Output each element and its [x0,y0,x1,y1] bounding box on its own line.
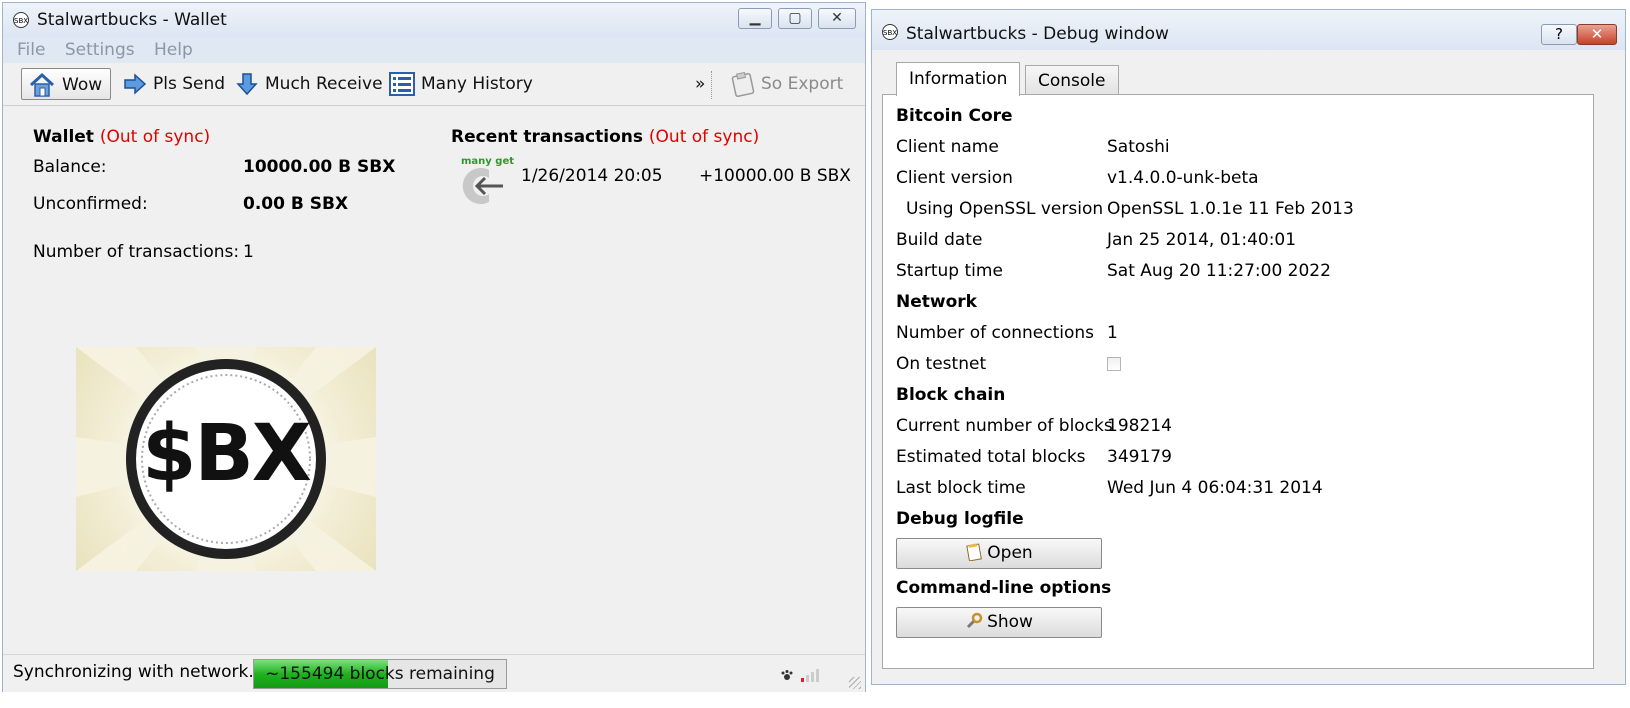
client-name-value: Satoshi [1107,137,1170,157]
menu-file[interactable]: File [17,37,45,63]
unconfirmed-label: Unconfirmed: [33,194,148,214]
export-label: So Export [761,74,844,94]
section-block-chain: Block chain [896,385,1006,405]
testnet-label: On testnet [896,354,987,374]
num-transactions-value: 1 [243,242,254,262]
section-bitcoin-core: Bitcoin Core [896,106,1013,126]
debug-window: SBX Stalwartbucks - Debug window ? ✕ Inf… [871,9,1626,685]
wallet-heading: Wallet (Out of sync) [33,127,210,147]
openssl-label: Using OpenSSL version [906,199,1104,219]
debug-client-area: Information Console Bitcoin Core Client … [872,50,1625,684]
debug-title: Stalwartbucks - Debug window [906,24,1169,44]
help-button[interactable]: ? [1541,24,1577,45]
total-blocks-value: 349179 [1107,447,1172,467]
num-transactions-label: Number of transactions: [33,242,240,262]
tab-information[interactable]: Information [896,62,1021,96]
recent-transactions-heading: Recent transactions (Out of sync) [451,127,759,147]
last-block-time-label: Last block time [896,478,1026,498]
send-button[interactable]: Pls Send [123,68,225,100]
section-network: Network [896,292,977,312]
current-blocks-value: 198214 [1107,416,1172,436]
connections-label: Number of connections [896,323,1095,343]
show-options-button[interactable]: Show [896,607,1102,638]
wallet-title: Stalwartbucks - Wallet [37,10,227,30]
history-button[interactable]: Many History [389,68,533,100]
menu-help[interactable]: Help [154,37,193,63]
recent-out-of-sync: (Out of sync) [648,127,760,147]
tab-console[interactable]: Console [1025,65,1119,95]
notepad-icon [966,543,983,562]
network-activity-icon [781,667,793,680]
testnet-checkbox [1107,357,1121,371]
receive-label: Much Receive [265,74,383,94]
status-bar: Synchronizing with network... ~155494 bl… [3,654,865,692]
history-list-icon [389,72,415,96]
wallet-out-of-sync: (Out of sync) [99,127,211,147]
transaction-amount: +10000.00 B SBX [699,166,851,186]
transaction-date: 1/26/2014 20:05 [521,166,663,186]
receive-arrow-icon [236,73,258,96]
debug-titlebar[interactable]: SBX Stalwartbucks - Debug window ? ✕ [872,10,1625,50]
connections-value: 1 [1107,323,1118,343]
overview-button[interactable]: Wow [21,68,112,100]
balance-value: 10000.00 B SBX [243,157,396,177]
overview-label: Wow [62,75,103,95]
wallet-titlebar[interactable]: SBX Stalwartbucks - Wallet ▁ ▢ ✕ [3,3,865,37]
show-label: Show [987,612,1033,632]
total-blocks-label: Estimated total blocks [896,447,1086,467]
send-arrow-icon [124,73,147,95]
sbx-logo-text: $BX [142,409,312,499]
unconfirmed-value: 0.00 B SBX [243,194,349,214]
debug-app-icon: SBX [882,24,898,40]
balance-label: Balance: [33,157,107,177]
wallet-heading-text: Wallet [33,127,94,147]
section-debug-logfile: Debug logfile [896,509,1024,529]
receive-button[interactable]: Much Receive [235,68,383,100]
minimize-button[interactable]: ▁ [738,8,772,29]
open-label: Open [987,543,1033,563]
toolbar: Wow Pls Send Much Receive Many History » [3,63,865,106]
debug-close-button[interactable]: ✕ [1577,24,1617,45]
sbx-logo: $BX [76,347,376,571]
sync-progress-text: ~155494 blocks remaining [265,664,495,684]
transaction-list-item[interactable]: many get 1/26/2014 20:05 +10000.00 B SBX [451,156,851,212]
app-icon: SBX [13,12,29,28]
build-date-label: Build date [896,230,983,250]
resize-grip[interactable] [849,677,861,689]
sync-progress-bar: ~155494 blocks remaining [253,659,507,689]
startup-time-label: Startup time [896,261,1003,281]
section-command-line: Command-line options [896,578,1112,598]
home-icon [29,72,55,97]
maximize-button[interactable]: ▢ [778,8,812,29]
incoming-transaction-icon: many get [451,156,514,210]
clipboard-icon [731,71,755,98]
build-date-value: Jan 25 2014, 01:40:01 [1107,230,1297,250]
toolbar-separator [711,71,714,99]
menu-bar: File Settings Help [3,37,865,63]
last-block-time-value: Wed Jun 4 06:04:31 2014 [1107,478,1323,498]
sync-status-text: Synchronizing with network... [13,662,265,682]
wallet-window: SBX Stalwartbucks - Wallet ▁ ▢ ✕ File Se… [2,2,866,692]
information-panel: Bitcoin Core Client name Satoshi Client … [882,94,1594,669]
open-logfile-button[interactable]: Open [896,538,1102,569]
history-label: Many History [421,74,533,94]
close-button[interactable]: ✕ [818,8,856,29]
send-label: Pls Send [153,74,226,94]
recent-transactions-text: Recent transactions [451,127,643,147]
wrench-icon [967,612,983,629]
connection-signal-icon [801,667,819,682]
client-version-label: Client version [896,168,1013,188]
openssl-value: OpenSSL 1.0.1e 11 Feb 2013 [1107,199,1354,219]
transaction-icon-label: many get [461,156,515,167]
toolbar-overflow-button[interactable]: » [695,68,705,100]
startup-time-value: Sat Aug 20 11:27:00 2022 [1107,261,1331,281]
current-blocks-label: Current number of blocks [896,416,1113,436]
menu-settings[interactable]: Settings [65,37,135,63]
client-version-value: v1.4.0.0-unk-beta [1107,168,1259,188]
client-name-label: Client name [896,137,999,157]
export-button[interactable]: So Export [731,68,843,100]
